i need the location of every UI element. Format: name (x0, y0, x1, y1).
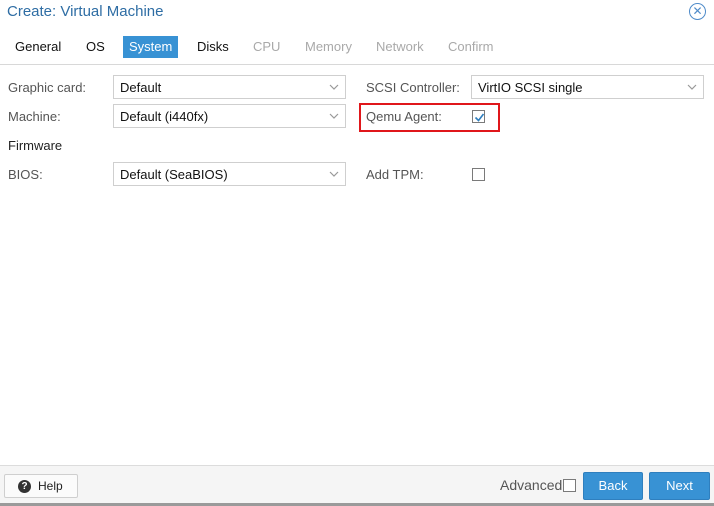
tab-system[interactable]: System (123, 36, 179, 58)
tab-cpu: CPU (253, 39, 281, 54)
chevron-down-icon (329, 171, 339, 177)
add-tpm-label: Add TPM: (366, 167, 424, 182)
help-icon: ? (18, 480, 31, 493)
help-button-label: Help (38, 479, 63, 493)
scsi-controller-value: VirtIO SCSI single (478, 80, 583, 95)
dialog-title: Create: Virtual Machine (7, 3, 164, 20)
graphic-card-select[interactable]: Default (113, 75, 346, 99)
bios-value: Default (SeaBIOS) (120, 167, 228, 182)
tab-disks[interactable]: Disks (191, 36, 235, 58)
graphic-card-label: Graphic card: (8, 80, 87, 95)
graphic-card-value: Default (120, 80, 162, 95)
scsi-controller-label: SCSI Controller: (366, 80, 460, 95)
tab-general[interactable]: General (9, 36, 67, 58)
tab-memory: Memory (305, 39, 352, 54)
tab-network: Network (376, 39, 424, 54)
help-button[interactable]: ? Help (4, 474, 78, 498)
machine-value: Default (i440fx) (120, 109, 209, 124)
advanced-label: Advanced (500, 477, 563, 493)
bios-select[interactable]: Default (SeaBIOS) (113, 162, 346, 186)
chevron-down-icon (329, 113, 339, 119)
bios-label: BIOS: (8, 167, 43, 182)
chevron-down-icon (329, 84, 339, 90)
back-button[interactable]: Back (583, 472, 643, 500)
next-button[interactable]: Next (649, 472, 710, 500)
machine-label: Machine: (8, 109, 61, 124)
machine-select[interactable]: Default (i440fx) (113, 104, 346, 128)
firmware-heading: Firmware (8, 138, 63, 153)
tab-confirm: Confirm (448, 39, 494, 54)
dialog-footer: ? Help Advanced Back Next (0, 465, 714, 506)
close-icon[interactable]: ✕ (689, 3, 706, 20)
qemu-agent-checkbox[interactable] (472, 110, 485, 123)
scsi-controller-select[interactable]: VirtIO SCSI single (471, 75, 704, 99)
dialog-titlebar: Create: Virtual Machine ✕ (0, 0, 714, 26)
chevron-down-icon (687, 84, 697, 90)
wizard-tabs: General OS System Disks CPU Memory Netwo… (0, 36, 714, 58)
add-tpm-checkbox[interactable] (472, 168, 485, 181)
tab-os[interactable]: OS (80, 36, 111, 58)
checkmark-icon (474, 113, 485, 122)
tabs-divider (0, 64, 714, 65)
qemu-agent-label: Qemu Agent: (366, 109, 442, 124)
advanced-checkbox[interactable] (563, 479, 576, 492)
